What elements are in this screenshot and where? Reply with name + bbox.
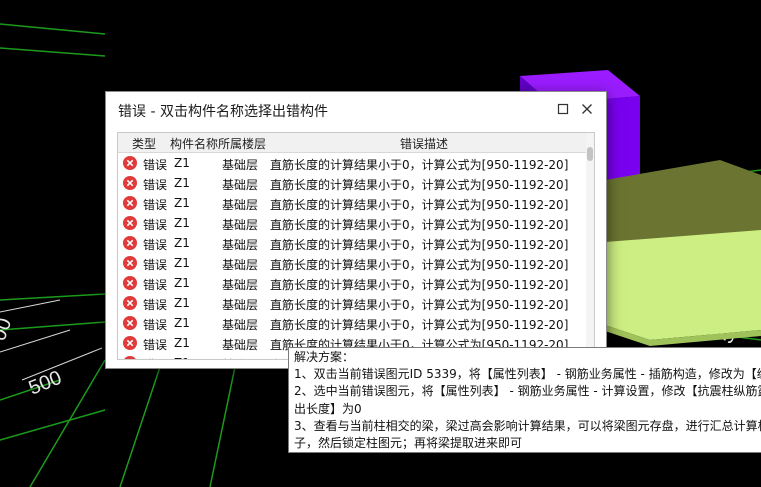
row-floor-cell: 基础层 — [222, 278, 259, 292]
row-desc-cell: 直筋长度的计算结果小于0，计算公式为[950-1192-20] — [270, 198, 569, 212]
row-name-cell: Z1 — [174, 176, 190, 190]
row-desc-cell: 直筋长度的计算结果小于0，计算公式为[950-1192-20] — [270, 238, 569, 252]
column-header-type[interactable]: 类型 — [132, 135, 156, 152]
error-dialog: 错误 - 双击构件名称选择出错构件 类型 构件名称 所属楼层 错误描述 错误 Z1… — [105, 91, 607, 369]
row-name-cell: Z1 — [174, 316, 190, 330]
dimension-label-1: 500 — [26, 367, 65, 400]
row-type-cell: 错误 — [143, 178, 168, 192]
row-name-cell: Z1 — [174, 356, 190, 359]
error-icon — [123, 156, 137, 170]
solution-tooltip: 解决方案： 1、双击当前错误图元ID 5339，将【属性列表】 - 钢筋业务属性 … — [288, 347, 761, 453]
row-floor-cell: 基础层 — [222, 218, 259, 232]
vertical-scrollbar[interactable] — [586, 133, 594, 359]
grid-rows: 错误 Z1 基础层 直筋长度的计算结果小于0，计算公式为[950-1192-20] 错误… — [118, 153, 586, 359]
column-header-floor[interactable]: 所属楼层 — [218, 135, 266, 152]
table-row[interactable]: 错误 Z1 基础层直筋长度的计算结果小于0，计算公式为[950-1192-20] — [118, 253, 586, 273]
row-type-cell: 错误 — [143, 218, 168, 232]
row-name-cell: Z1 — [174, 236, 190, 250]
error-icon — [123, 316, 137, 330]
row-type-cell: 错误 — [143, 158, 168, 172]
table-row[interactable]: 错误 Z1 基础层直筋长度的计算结果小于0，计算公式为[950-1192-20] — [118, 233, 586, 253]
dialog-title: 错误 - 双击构件名称选择出错构件 — [118, 104, 328, 120]
tooltip-line: 出长度】为0 — [294, 401, 362, 416]
row-name-cell: Z1 — [174, 296, 190, 310]
table-row[interactable]: 错误 Z1 基础层直筋长度的计算结果小于0，计算公式为[950-1192-20] — [118, 213, 586, 233]
row-type-cell: 错误 — [143, 198, 168, 212]
row-floor-cell: 基础层 — [222, 338, 259, 352]
table-row[interactable]: 错误 Z1 基础层直筋长度的计算结果小于0，计算公式为[950-1192-20] — [118, 293, 586, 313]
row-name-cell: Z1 — [174, 256, 190, 270]
close-button[interactable] — [576, 98, 598, 120]
error-list-grid[interactable]: 类型 构件名称 所属楼层 错误描述 错误 Z1 基础层 直筋长度的计算结果小于0，计算… — [117, 132, 595, 360]
table-row[interactable]: 错误 Z1 基础层直筋长度的计算结果小于0，计算公式为[950-1192-20] — [118, 173, 586, 193]
error-icon — [123, 236, 137, 250]
row-desc-cell: 直筋长度的计算结果小于0，计算公式为[950-1192-20] — [270, 218, 569, 232]
row-floor-cell: 基础层 — [222, 198, 259, 212]
column-header-desc[interactable]: 错误描述 — [400, 135, 448, 152]
row-desc-cell: 直筋长度的计算结果小于0，计算公式为[950-1192-20] — [270, 258, 569, 272]
error-icon — [123, 336, 137, 350]
row-name-cell: Z1 — [174, 216, 190, 230]
row-type-cell: 错误 — [143, 278, 168, 292]
table-row[interactable]: 错误 Z1 基础层直筋长度的计算结果小于0，计算公式为[950-1192-20] — [118, 193, 586, 213]
tooltip-line: 解决方案： — [294, 350, 355, 364]
row-desc-cell: 直筋长度的计算结果小于0，计算公式为[950-1192-20] — [270, 318, 569, 332]
error-icon — [123, 276, 137, 290]
row-floor-cell: 基础层 — [222, 238, 259, 252]
row-name-cell: Z1 — [174, 156, 190, 170]
row-floor-cell: 基础层 — [222, 158, 259, 172]
tooltip-line: 3、查看与当前柱相交的梁，梁过高会影响计算结果，可以将梁图元存盘，进行汇总计算柱 — [294, 418, 761, 433]
close-icon — [582, 104, 592, 114]
error-icon — [123, 176, 137, 190]
tooltip-line: 1、双击当前错误图元ID 5339，将【属性列表】 - 钢筋业务属性 - 插筋构… — [294, 367, 761, 382]
dialog-titlebar[interactable]: 错误 - 双击构件名称选择出错构件 — [106, 92, 606, 128]
row-desc-cell: 直筋长度的计算结果小于0，计算公式为[950-1192-20] — [270, 278, 569, 292]
row-floor-cell: 基础层 — [222, 178, 259, 192]
row-name-cell: Z1 — [174, 276, 190, 290]
error-icon — [123, 216, 137, 230]
scrollbar-thumb[interactable] — [587, 147, 593, 161]
row-floor-cell: 基础层 — [222, 258, 259, 272]
row-type-cell: 错误 — [143, 338, 168, 352]
row-desc-cell: 直筋长度的计算结果小于0，计算公式为[950-1192-20] — [270, 158, 569, 172]
row-type-cell: 错误 — [143, 258, 168, 272]
row-type-cell: 错误 — [143, 356, 167, 359]
table-row[interactable]: 错误 Z1 基础层直筋长度的计算结果小于0，计算公式为[950-1192-20] — [118, 273, 586, 293]
row-type-cell: 错误 — [143, 298, 168, 312]
row-floor-cell: 基础层 — [222, 298, 259, 312]
error-icon — [123, 296, 137, 310]
table-row[interactable]: 错误 Z1 基础层直筋长度的计算结果小于0，计算公式为[950-1192-20] — [118, 153, 586, 173]
error-icon — [123, 356, 137, 359]
row-type-cell: 错误 — [143, 318, 168, 332]
row-desc-cell: 直筋长度的计算结果小于0，计算公式为[950-1192-20] — [270, 178, 569, 192]
row-desc-cell: 直筋长度的计算结果小于0，计算公式为[950-1192-20] — [270, 298, 569, 312]
row-floor-cell: 基础层 — [222, 356, 258, 359]
row-type-cell: 错误 — [143, 238, 168, 252]
dimension-label-2: 00 — [0, 315, 16, 343]
row-floor-cell: 基础层 — [222, 318, 259, 332]
column-header-name[interactable]: 构件名称 — [170, 135, 218, 152]
maximize-button[interactable] — [552, 98, 574, 120]
table-row[interactable]: 错误 Z1 基础层直筋长度的计算结果小于0，计算公式为[950-1192-20] — [118, 313, 586, 333]
green-slab-shape — [605, 230, 761, 346]
maximize-icon — [557, 103, 569, 115]
tooltip-line: 子，然后锁定柱图元；再将梁提取进来即可 — [294, 436, 523, 450]
error-icon — [123, 196, 137, 210]
grid-header: 类型 构件名称 所属楼层 错误描述 — [118, 133, 586, 153]
error-icon — [123, 256, 137, 270]
row-name-cell: Z1 — [174, 196, 190, 210]
row-name-cell: Z1 — [174, 336, 190, 350]
tooltip-line: 2、选中当前错误图元，将【属性列表】 - 钢筋业务属性 - 计算设置，修改【抗震… — [294, 384, 761, 399]
